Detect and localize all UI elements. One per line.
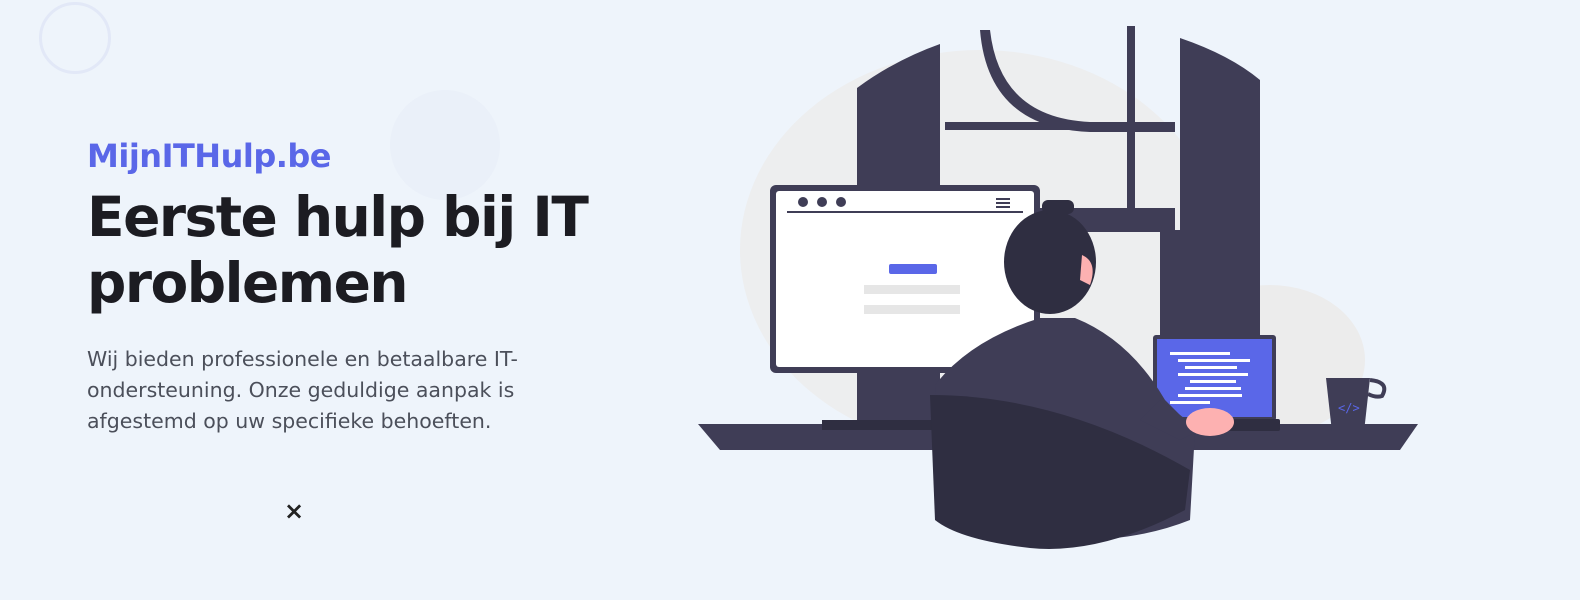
hamburger-line <box>996 198 1010 200</box>
browser-dot-red <box>798 197 808 207</box>
hamburger-line <box>996 202 1010 204</box>
hamburger-line <box>996 206 1010 208</box>
person-hand <box>1186 408 1234 436</box>
brand-name: MijnITHulp.be <box>87 137 332 175</box>
browser-divider <box>787 211 1023 213</box>
screen-button <box>889 264 937 274</box>
mug-handle <box>1367 378 1387 399</box>
hero-description: Wij bieden professionele en betaalbare I… <box>87 347 518 433</box>
window-pane-bar <box>945 122 1175 130</box>
developer-illustration: </> <box>698 26 1418 549</box>
decorative-circle <box>39 2 111 74</box>
close-button[interactable]: × <box>282 498 306 524</box>
screen-text-line <box>864 285 960 294</box>
browser-dot-green <box>836 197 846 207</box>
hero-text: MijnITHulp.be Eerste hulp bij IT problem… <box>87 134 607 437</box>
screen-text-line <box>864 305 960 314</box>
laptop-screen <box>1157 339 1272 417</box>
person-hair-top <box>1042 200 1074 214</box>
browser-dot-yellow <box>817 197 827 207</box>
hero-headline: Eerste hulp bij IT problemen <box>87 185 589 315</box>
monitor-stand <box>873 368 938 424</box>
curtain-right-lower <box>1160 230 1260 340</box>
code-mug-icon: </> <box>1338 401 1360 415</box>
window-mullion <box>1127 26 1135 216</box>
